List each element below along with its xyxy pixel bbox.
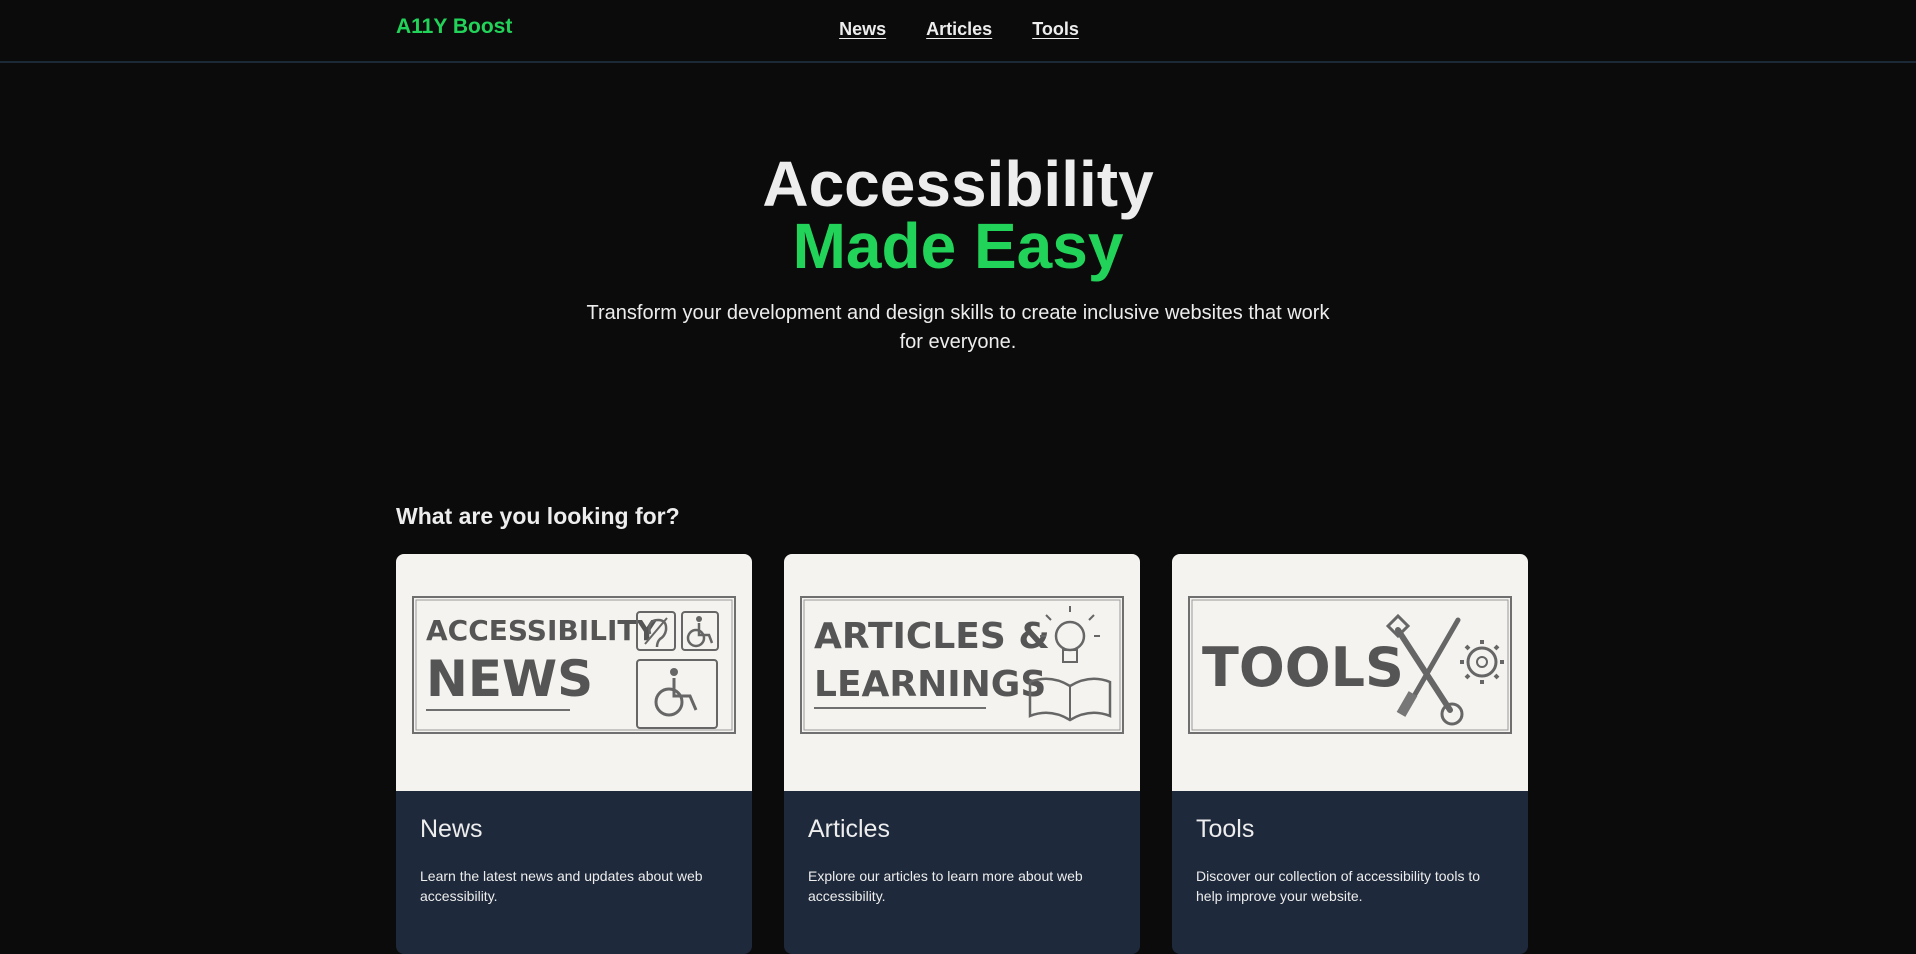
hero-subtitle: Transform your development and design sk… <box>586 302 1330 353</box>
nav-link-news[interactable]: News <box>839 19 886 40</box>
articles-card-body: Articles Explore our articles to learn m… <box>784 791 1140 930</box>
news-card-description: Learn the latest news and updates about … <box>420 868 703 904</box>
nav-link-articles[interactable]: Articles <box>926 19 992 40</box>
articles-card-title: Articles <box>808 815 890 843</box>
articles-illustration: ARTICLES & LEARNINGS <box>800 596 1124 734</box>
news-card-title: News <box>420 815 483 843</box>
hero-title: Accessibility <box>762 148 1154 220</box>
tools-card[interactable]: TOOLS Tools Discover our collection of a… <box>1172 554 1528 954</box>
main-nav: News Articles Tools <box>0 19 1916 40</box>
section-title: What are you looking for? <box>396 503 680 529</box>
hero-section: Accessibility Made Easy Transform your d… <box>0 63 1916 357</box>
news-illustration: ACCESSIBILITY NEWS <box>412 596 736 734</box>
tools-card-title: Tools <box>1196 815 1255 843</box>
site-header: A11Y Boost News Articles Tools <box>0 0 1916 63</box>
news-image-text-2: NEWS <box>426 650 593 708</box>
articles-card[interactable]: ARTICLES & LEARNINGS Articles Explore ou… <box>784 554 1140 954</box>
tools-illustration: TOOLS <box>1188 596 1512 734</box>
hero-title-accent: Made Easy <box>792 210 1124 282</box>
tools-card-body: Tools Discover our collection of accessi… <box>1172 791 1528 930</box>
news-card-image: ACCESSIBILITY NEWS <box>396 554 752 791</box>
category-cards: ACCESSIBILITY NEWS News Learn the latest… <box>396 554 1528 954</box>
tools-image-text: TOOLS <box>1202 636 1404 699</box>
news-image-text-1: ACCESSIBILITY <box>426 614 658 647</box>
tools-card-description: Discover our collection of accessibility… <box>1196 868 1481 904</box>
news-card[interactable]: ACCESSIBILITY NEWS News Learn the latest… <box>396 554 752 954</box>
articles-card-description: Explore our articles to learn more about… <box>808 868 1083 904</box>
news-card-body: News Learn the latest news and updates a… <box>396 791 752 930</box>
nav-link-tools[interactable]: Tools <box>1032 19 1079 40</box>
articles-image-text-2: LEARNINGS <box>814 664 1046 705</box>
tools-card-image: TOOLS <box>1172 554 1528 791</box>
articles-card-image: ARTICLES & LEARNINGS <box>784 554 1140 791</box>
articles-image-text-1: ARTICLES & <box>814 616 1050 657</box>
